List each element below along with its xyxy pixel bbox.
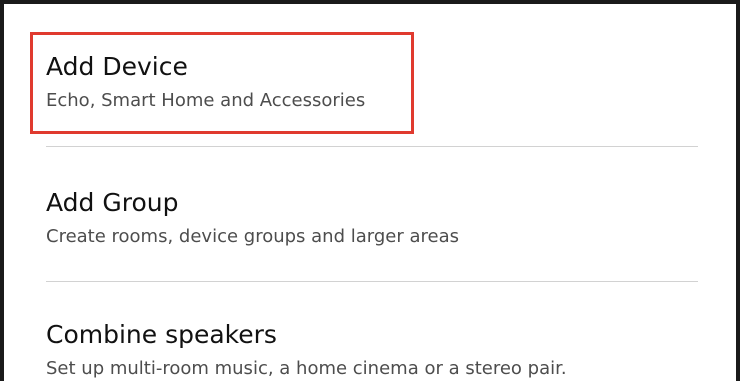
add-device-item[interactable]: Add Device Echo, Smart Home and Accessor… (46, 52, 696, 112)
add-menu-panel: Add Device Echo, Smart Home and Accessor… (0, 0, 740, 381)
add-group-subtitle: Create rooms, device groups and larger a… (46, 226, 459, 247)
divider (46, 281, 698, 282)
combine-speakers-item[interactable]: Combine speakers Set up multi-room music… (46, 320, 696, 380)
divider (46, 146, 698, 147)
add-device-title: Add Device (46, 52, 188, 81)
add-group-item[interactable]: Add Group Create rooms, device groups an… (46, 188, 696, 248)
combine-speakers-subtitle: Set up multi-room music, a home cinema o… (46, 358, 567, 379)
combine-speakers-title: Combine speakers (46, 320, 277, 349)
add-device-subtitle: Echo, Smart Home and Accessories (46, 90, 366, 111)
add-group-title: Add Group (46, 188, 179, 217)
